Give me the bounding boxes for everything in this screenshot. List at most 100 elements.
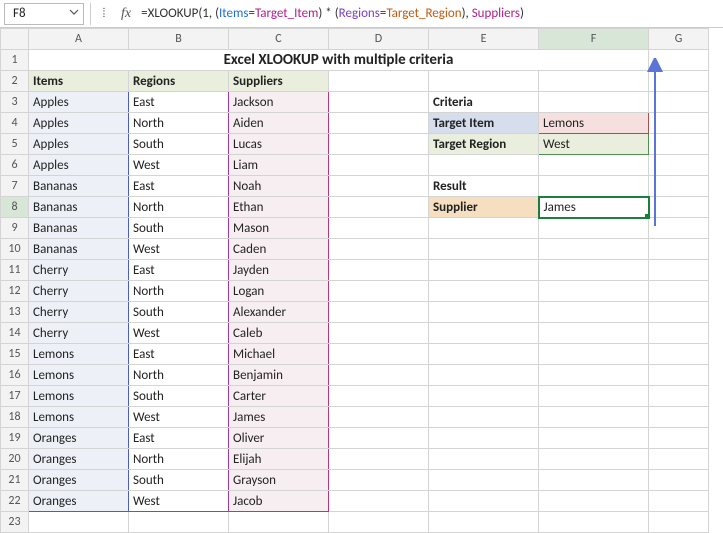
cell[interactable]: Result xyxy=(429,176,539,197)
cell[interactable]: Grayson xyxy=(229,470,329,491)
cell[interactable] xyxy=(329,323,429,344)
cell[interactable]: Benjamin xyxy=(229,365,329,386)
cell[interactable]: West xyxy=(129,155,229,176)
row-header[interactable]: 7 xyxy=(1,176,29,197)
row-header[interactable]: 18 xyxy=(1,407,29,428)
cell[interactable] xyxy=(649,113,709,134)
cell[interactable] xyxy=(429,302,539,323)
row-header[interactable]: 14 xyxy=(1,323,29,344)
cell[interactable] xyxy=(429,491,539,512)
cell[interactable] xyxy=(539,470,649,491)
cell[interactable] xyxy=(539,176,649,197)
table-row[interactable]: 5ApplesSouthLucasTarget RegionWest xyxy=(1,134,709,155)
cell[interactable] xyxy=(329,218,429,239)
cell[interactable] xyxy=(429,239,539,260)
cell[interactable]: Noah xyxy=(229,176,329,197)
cell[interactable]: Elijah xyxy=(229,449,329,470)
cell[interactable]: Lemons xyxy=(29,344,129,365)
cell[interactable] xyxy=(649,302,709,323)
cell[interactable]: Oliver xyxy=(229,428,329,449)
table-row[interactable]: 14CherryWestCaleb xyxy=(1,323,709,344)
cell[interactable]: South xyxy=(129,302,229,323)
cell[interactable] xyxy=(429,155,539,176)
cell[interactable]: Apples xyxy=(29,134,129,155)
cell[interactable]: West xyxy=(129,239,229,260)
cell[interactable]: East xyxy=(129,260,229,281)
cell[interactable] xyxy=(329,197,429,218)
cell[interactable]: Bananas xyxy=(29,239,129,260)
cell[interactable] xyxy=(649,134,709,155)
cell[interactable]: West xyxy=(539,134,649,155)
cell[interactable]: South xyxy=(129,470,229,491)
cell[interactable] xyxy=(329,260,429,281)
cell[interactable]: Supplier xyxy=(429,197,539,218)
cell[interactable] xyxy=(649,323,709,344)
cell[interactable] xyxy=(649,365,709,386)
col-header[interactable]: F xyxy=(539,29,649,50)
cell[interactable]: Target Item xyxy=(429,113,539,134)
cell[interactable]: Cherry xyxy=(29,302,129,323)
grid[interactable]: A B C D E F G 1 Excel XLOOKUP with multi… xyxy=(0,28,709,533)
cell[interactable] xyxy=(649,239,709,260)
table-row[interactable]: 10BananasWestCaden xyxy=(1,239,709,260)
cell[interactable]: Cherry xyxy=(29,323,129,344)
cell[interactable]: Apples xyxy=(29,92,129,113)
cell[interactable]: James xyxy=(539,197,649,218)
cell[interactable] xyxy=(329,302,429,323)
cell[interactable] xyxy=(539,92,649,113)
cell[interactable]: Lemons xyxy=(29,386,129,407)
cell[interactable]: Oranges xyxy=(29,491,129,512)
cell[interactable] xyxy=(329,407,429,428)
cell[interactable]: Bananas xyxy=(29,176,129,197)
cell[interactable]: North xyxy=(129,113,229,134)
formula-input[interactable]: =XLOOKUP(1, (Items=Target_Item) * (Regio… xyxy=(137,3,723,25)
select-all-cell[interactable] xyxy=(1,29,29,50)
row-header[interactable]: 3 xyxy=(1,92,29,113)
cell[interactable] xyxy=(539,281,649,302)
row-header[interactable]: 17 xyxy=(1,386,29,407)
cell[interactable] xyxy=(329,155,429,176)
cell[interactable] xyxy=(539,323,649,344)
cell[interactable]: Apples xyxy=(29,113,129,134)
cell[interactable]: Apples xyxy=(29,155,129,176)
cell[interactable] xyxy=(649,176,709,197)
cell[interactable] xyxy=(329,344,429,365)
cell[interactable]: Caden xyxy=(229,239,329,260)
cell[interactable] xyxy=(649,449,709,470)
cell[interactable] xyxy=(539,407,649,428)
cell[interactable] xyxy=(649,197,709,218)
cell[interactable] xyxy=(329,491,429,512)
cell[interactable]: Bananas xyxy=(29,197,129,218)
cell[interactable]: Cherry xyxy=(29,281,129,302)
cell[interactable] xyxy=(539,365,649,386)
cell[interactable] xyxy=(649,344,709,365)
row-header[interactable]: 19 xyxy=(1,428,29,449)
cell[interactable]: South xyxy=(129,134,229,155)
cell[interactable]: Items xyxy=(29,71,129,92)
cell[interactable]: West xyxy=(129,407,229,428)
cell[interactable]: Oranges xyxy=(29,470,129,491)
cell[interactable] xyxy=(329,449,429,470)
table-row[interactable]: 13CherrySouthAlexander xyxy=(1,302,709,323)
table-row[interactable]: 4ApplesNorthAidenTarget ItemLemons xyxy=(1,113,709,134)
cell[interactable]: Ethan xyxy=(229,197,329,218)
table-row[interactable]: 17LemonsSouthCarter xyxy=(1,386,709,407)
cell[interactable] xyxy=(429,344,539,365)
row-header[interactable]: 15 xyxy=(1,344,29,365)
table-row[interactable]: 18LemonsWestJames xyxy=(1,407,709,428)
chevron-down-icon[interactable] xyxy=(69,6,79,21)
row-header[interactable]: 5 xyxy=(1,134,29,155)
cell[interactable] xyxy=(649,218,709,239)
cell[interactable] xyxy=(429,386,539,407)
cell[interactable] xyxy=(649,281,709,302)
cell[interactable] xyxy=(649,407,709,428)
cell[interactable] xyxy=(649,386,709,407)
cell[interactable] xyxy=(539,386,649,407)
cell[interactable]: Logan xyxy=(229,281,329,302)
col-header[interactable]: C xyxy=(229,29,329,50)
name-box[interactable]: F8 xyxy=(4,3,84,25)
cell[interactable] xyxy=(539,218,649,239)
col-header[interactable]: G xyxy=(649,29,709,50)
table-row[interactable]: 19OrangesEastOliver xyxy=(1,428,709,449)
cell[interactable] xyxy=(539,155,649,176)
